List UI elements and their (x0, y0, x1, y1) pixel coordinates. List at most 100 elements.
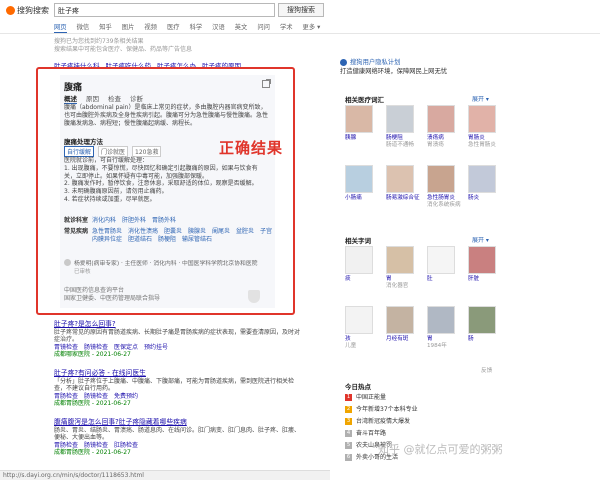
feedback-link[interactable]: 反馈 (481, 366, 492, 374)
tab-images[interactable]: 图片 (122, 22, 135, 33)
related-char-name: 孩 (345, 336, 351, 342)
sogou-logo[interactable]: 搜狗搜索 (6, 5, 49, 16)
result-desc: 「分析」肚子疼位于上腹痛、中腹痛、下腹部痛，可能为胃肠道疾病，需到医院进行相关检… (54, 377, 295, 393)
related-char-caption[interactable]: 肠 (468, 336, 504, 343)
hot-topic[interactable]: 2 今年新增37个本科专业 (345, 404, 525, 416)
card-tab-diagnosis[interactable]: 诊断 (130, 93, 143, 104)
result-link[interactable]: 预约挂号 (144, 344, 168, 352)
result-title[interactable]: 肚子疼?是怎么回事? (54, 320, 304, 329)
related-char-thumbnail[interactable] (468, 306, 496, 334)
related-char-thumbnail[interactable] (427, 306, 455, 334)
related-medical-caption[interactable]: 胰腺 (345, 135, 381, 142)
related-char-caption[interactable]: 痰 (345, 276, 381, 283)
related-char-subtitle: 消化器官 (386, 283, 409, 289)
treatment-options: 自行缓解 门诊就医 120急救 (64, 146, 162, 157)
related-char-thumbnail[interactable] (427, 246, 455, 274)
related-char-name: 胃 (386, 276, 392, 282)
related-medical-caption[interactable]: 胃肠炎 急性胃肠炎 (468, 135, 504, 149)
treatment-body: 医院就诊前，可自行缓解处理： 1. 出现腹痛，不要惊慌，尽快回忆和确定引起腹痛的… (64, 157, 258, 203)
option-outpatient[interactable]: 门诊就医 (98, 146, 129, 157)
tab-science[interactable]: 科学 (190, 22, 203, 33)
related-char-thumbnail[interactable] (345, 306, 373, 334)
hot-topic[interactable]: 4 奋斗百年路 (345, 428, 525, 440)
department-value[interactable]: 消化内科 肝胆外科 胃肠外科 (92, 217, 176, 224)
shield-badge-icon (340, 59, 347, 66)
related-medical-title: 相关医疗词汇 (345, 96, 384, 104)
option-emergency[interactable]: 120急救 (132, 146, 162, 157)
search-button[interactable]: 搜狗搜索 (278, 3, 324, 17)
tab-chinese[interactable]: 汉语 (212, 22, 225, 33)
related-medical-caption[interactable]: 肠易激综合征 (386, 195, 422, 202)
related-char-thumbnail[interactable] (468, 246, 496, 274)
related-medical-caption[interactable]: 肠炎 (468, 195, 504, 202)
related-medical-name: 小肠痛 (345, 195, 362, 201)
card-tab-causes[interactable]: 原因 (86, 93, 99, 104)
hot-topic-text: 台湾新冠疫情大爆发 (356, 418, 411, 425)
result-desc: 肚子疼常见的原因有胃肠道疾病、长期肚子痛是胃肠疾病的症状表现，需要查清原因，及时… (54, 328, 301, 344)
diseases-value[interactable]: 急性胃肠炎 消化性溃疡 胆囊炎 胰腺炎 阑尾炎 盆腔炎 子宫内膜异位症 胆道结石… (92, 228, 272, 243)
related-char-caption[interactable]: 肝脏 (468, 276, 504, 283)
result-count: 搜狗已为您找到约739条相关结果 (54, 38, 144, 45)
related-char-caption[interactable]: 月经有斑 (386, 336, 422, 343)
search-input[interactable]: 肚子疼 (54, 3, 275, 17)
related-char-subtitle: 1984年 (427, 343, 447, 349)
privacy-plan: 搜狗用户隐私计划 打造健康网络环境，保障网民上网无忧 (340, 58, 447, 76)
tab-wenwen[interactable]: 问问 (257, 22, 270, 33)
related-medical-thumbnail[interactable] (345, 165, 373, 193)
related-char-thumbnail[interactable] (345, 246, 373, 274)
related-char-thumbnail[interactable] (386, 246, 414, 274)
result-title[interactable]: 肚子疼?有问必答 - 在线问医生 (54, 369, 304, 378)
card-tab-exams[interactable]: 检查 (108, 93, 121, 104)
tab-medical[interactable]: 医疗 (167, 22, 180, 33)
hot-topic-text: 今年新增37个本科专业 (356, 406, 418, 413)
search-result: 肚子疼?是怎么回事? 肚子疼常见的原因有胃肠道疾病、长期肚子痛是胃肠疾病的症状表… (54, 320, 304, 359)
hot-topic[interactable]: 1 中国正能量 (345, 392, 525, 404)
result-title[interactable]: 腹痛腹泻是怎么回事?肚子疼隐藏着哪些疾病 (54, 418, 304, 427)
tab-zhihu[interactable]: 知乎 (99, 22, 112, 33)
related-char-caption[interactable]: 孩儿童 (345, 336, 381, 350)
expand-related-chars[interactable]: 展开 ▾ (472, 235, 489, 244)
card-tab-overview[interactable]: 概述 (64, 93, 77, 104)
hot-topic[interactable]: 3 台湾新冠疫情大爆发 (345, 416, 525, 428)
search-result: 腹痛腹泻是怎么回事?肚子疼隐藏着哪些疾病 肠炎、胃炎、结肠炎、胃溃疡、肠道息肉、… (54, 418, 304, 457)
doctor-avatar (64, 259, 71, 266)
related-medical-caption[interactable]: 小肠痛 (345, 195, 381, 202)
related-medical-subtitle: 胃溃疡 (427, 142, 444, 148)
option-self-relief[interactable]: 自行缓解 (64, 146, 95, 157)
privacy-plan-link[interactable]: 搜狗用户隐私计划 (340, 58, 447, 67)
related-medical-subtitle: 肠道不通畅 (386, 142, 414, 148)
search-tabs: 网页 微信 知乎 图片 视频 医疗 科学 汉语 英文 问问 学术 更多 ▾ (54, 22, 320, 33)
result-url: 成都胃肠医院 - 2021-06-27 (54, 400, 131, 408)
related-medical-thumbnail[interactable] (386, 165, 414, 193)
related-char-name: 肝脏 (468, 276, 480, 282)
related-medical-thumbnail[interactable] (468, 105, 496, 133)
related-medical-name: 胃肠炎 (468, 135, 485, 141)
related-char-caption[interactable]: 胃 1984年 (427, 336, 463, 350)
tab-weixin[interactable]: 微信 (77, 22, 90, 33)
related-medical-thumbnail[interactable] (427, 165, 455, 193)
related-char-thumbnail[interactable] (386, 306, 414, 334)
department-row: 就诊科室 消化内科 肝胆外科 胃肠外科 (64, 217, 274, 225)
related-char-name: 胃 (427, 336, 433, 342)
related-char-caption[interactable]: 胃消化器官 (386, 276, 422, 290)
related-medical-caption[interactable]: 肠梗阻 肠道不通畅 (386, 135, 422, 149)
doctor-text: 杨爱明(病审专家) · 主任医师 · 消化内科 · 中国医学科学院北京协和医院 (74, 261, 258, 267)
tab-english[interactable]: 英文 (235, 22, 248, 33)
related-medical-thumbnail[interactable] (468, 165, 496, 193)
related-medical-caption[interactable]: 急性肠胃炎 消化系统疾病 (427, 195, 463, 209)
related-medical-thumbnail[interactable] (427, 105, 455, 133)
doctor-line[interactable]: 杨爱明(病审专家) · 主任医师 · 消化内科 · 中国医学科学院北京协和医院 (64, 258, 274, 267)
related-medical-thumbnail[interactable] (345, 105, 373, 133)
related-medical-caption[interactable]: 溃疡病 胃溃疡 (427, 135, 463, 149)
external-link-icon[interactable] (262, 79, 271, 88)
common-diseases-row: 常见疾病 急性胃肠炎 消化性溃疡 胆囊炎 胰腺炎 阑尾炎 盆腔炎 子宫内膜异位症… (64, 228, 274, 244)
tab-web[interactable]: 网页 (54, 22, 67, 33)
tab-video[interactable]: 视频 (144, 22, 157, 33)
card-tabs: 概述 原因 检查 诊断 (64, 93, 143, 104)
tab-academic[interactable]: 学术 (280, 22, 293, 33)
related-char-caption[interactable]: 肚 (427, 276, 463, 283)
expand-related-medical[interactable]: 展开 ▾ (472, 94, 489, 103)
tab-more[interactable]: 更多 ▾ (303, 22, 321, 33)
hot-topic-text: 中国正能量 (356, 394, 387, 401)
related-medical-thumbnail[interactable] (386, 105, 414, 133)
